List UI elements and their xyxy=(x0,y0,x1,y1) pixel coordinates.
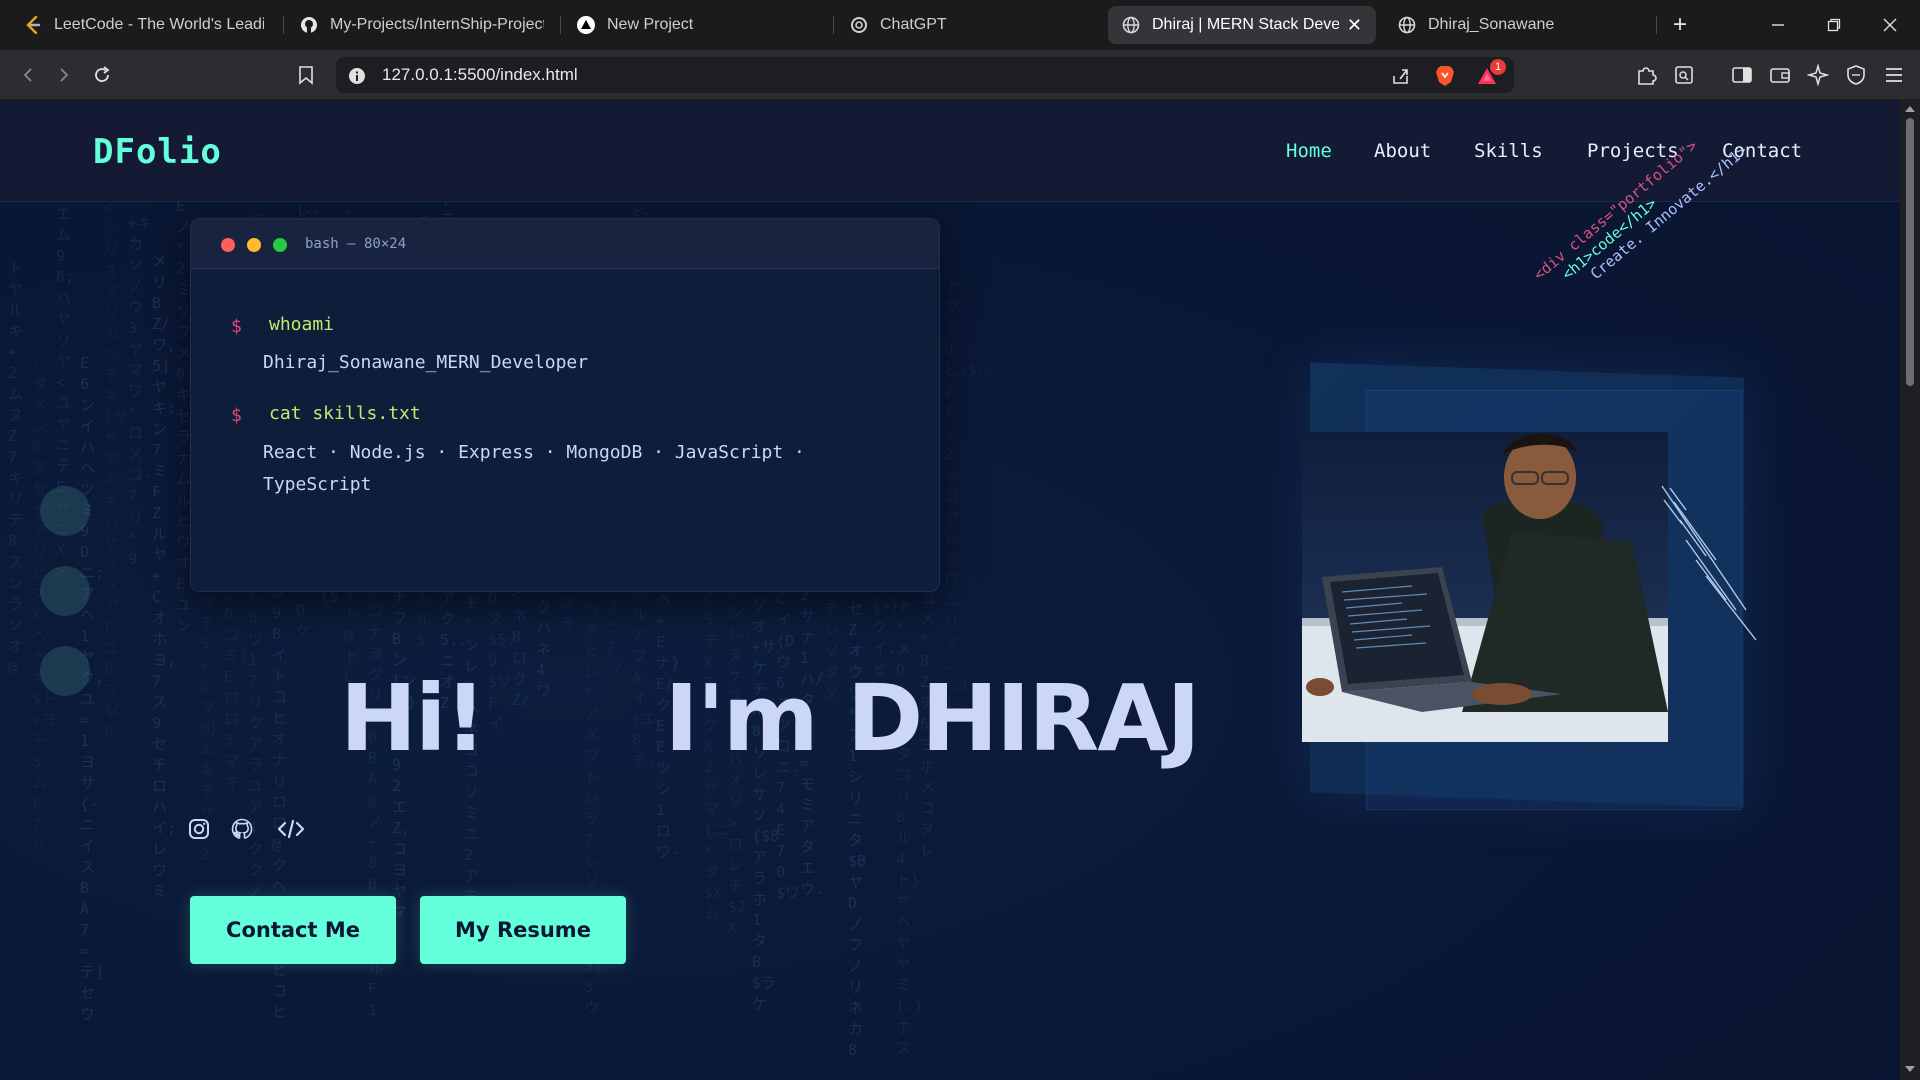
code-icon[interactable] xyxy=(276,816,306,842)
code-streak-decoration xyxy=(1661,485,1757,641)
hero-heading: Hi! I'm DHIRAJ xyxy=(340,665,1201,772)
minimize-button[interactable] xyxy=(1758,8,1798,42)
matrix-column: E6ンイハヘツミ9Dニ;アヘ1ヤク,ユ=1ヨサ{-ニイスBA7=テ]セウ xyxy=(80,354,105,1023)
menu-icon[interactable] xyxy=(1882,63,1906,87)
tab-title: New Project xyxy=(607,16,694,33)
minimize-dot-icon xyxy=(247,238,261,252)
maximize-dot-icon xyxy=(273,238,287,252)
tab-github[interactable]: My-Projects/InternShip-Project-l xyxy=(286,6,558,44)
terminal-titlebar: bash — 80×24 xyxy=(191,219,939,269)
tab-divider xyxy=(560,16,561,34)
tab-divider xyxy=(283,16,284,34)
address-toolbar: 127.0.0.1:5500/index.html 1 xyxy=(0,50,1920,100)
scroll-down-icon[interactable] xyxy=(1905,1066,1915,1072)
vercel-icon xyxy=(577,16,595,34)
matrix-column: ナフミ0ヒ,$ル2Xノ2リコヤレホロニリヌシ+コ1; xyxy=(944,277,993,715)
tab-dhiraj[interactable]: Dhiraj_Sonawane xyxy=(1384,6,1652,44)
bookmark-icon[interactable] xyxy=(290,59,322,91)
hero-greeting: Hi! xyxy=(340,665,486,772)
decorative-circle xyxy=(40,486,90,536)
close-dot-icon xyxy=(221,238,235,252)
profile-photo xyxy=(1302,432,1668,742)
terminal-output: React · Node.js · Express · MongoDB · Ja… xyxy=(263,442,805,463)
page-scrollbar[interactable] xyxy=(1900,100,1920,1080)
scroll-thumb[interactable] xyxy=(1906,118,1914,386)
globe-icon xyxy=(1398,16,1416,34)
contact-me-button[interactable]: Contact Me xyxy=(190,896,396,964)
notification-badge: 1 xyxy=(1490,59,1506,75)
brave-shields-icon[interactable] xyxy=(1434,65,1456,87)
reader-icon[interactable] xyxy=(1672,63,1696,87)
terminal-command: whoami xyxy=(269,314,335,335)
nav-home[interactable]: Home xyxy=(1286,140,1332,162)
site-logo[interactable]: DFolio xyxy=(93,132,222,172)
tab-title: LeetCode - The World's Leading xyxy=(54,16,264,33)
decorative-circle xyxy=(40,566,90,616)
forward-button[interactable] xyxy=(48,59,80,91)
back-button[interactable] xyxy=(12,59,44,91)
page-viewport: トヤルキ+2ムヌZ7キリテ8スンラソオ@ ;タメン8ヌセ.ヤテワヒスXヘヘキ$ト+… xyxy=(0,100,1900,1080)
github-icon[interactable] xyxy=(229,816,255,842)
matrix-column: トヤルキ+2ムヌZ7キリテ8スンラソオ@ xyxy=(8,259,24,676)
hero-name: I'm DHIRAJ xyxy=(664,665,1201,772)
tab-strip: LeetCode - The World's Leading My-Projec… xyxy=(0,0,1920,50)
reload-button[interactable] xyxy=(86,59,118,91)
tab-new-project[interactable]: New Project xyxy=(563,6,831,44)
url-field[interactable]: 127.0.0.1:5500/index.html 1 xyxy=(336,57,1514,93)
vpn-icon[interactable] xyxy=(1844,63,1868,87)
close-window-button[interactable] xyxy=(1870,8,1910,42)
terminal-output: Dhiraj_Sonawane_MERN_Developer xyxy=(263,352,589,373)
instagram-icon[interactable] xyxy=(186,816,212,842)
tab-portfolio[interactable]: Dhiraj | MERN Stack Develop ✕ xyxy=(1108,6,1376,44)
restore-button[interactable] xyxy=(1814,8,1854,42)
prompt-symbol: $ xyxy=(231,405,242,426)
sidebar-icon[interactable] xyxy=(1730,63,1754,87)
new-tab-button[interactable]: + xyxy=(1660,8,1700,42)
wallet-icon[interactable] xyxy=(1768,63,1792,87)
chatgpt-icon xyxy=(850,16,868,34)
terminal-window: bash — 80×24 $ whoami Dhiraj_Sonawane_ME… xyxy=(190,218,940,592)
tab-title: Dhiraj_Sonawane xyxy=(1428,16,1555,33)
tab-leetcode[interactable]: LeetCode - The World's Leading xyxy=(10,6,278,44)
site-navbar: DFolio Home About Skills Projects Contac… xyxy=(0,100,1900,202)
leetcode-icon xyxy=(24,16,42,34)
tab-title: Dhiraj | MERN Stack Develop xyxy=(1152,16,1339,33)
close-tab-icon[interactable]: ✕ xyxy=(1347,15,1362,36)
prompt-symbol: $ xyxy=(231,316,242,337)
globe-icon xyxy=(1122,16,1140,34)
terminal-title: bash — 80×24 xyxy=(305,236,407,252)
tab-title: ChatGPT xyxy=(880,16,947,33)
terminal-output: TypeScript xyxy=(263,474,372,495)
nav-skills[interactable]: Skills xyxy=(1474,140,1543,162)
leo-ai-icon[interactable] xyxy=(1806,63,1830,87)
url-text[interactable]: 127.0.0.1:5500/index.html xyxy=(382,65,578,85)
share-icon[interactable] xyxy=(1390,65,1412,87)
extensions-icon[interactable] xyxy=(1634,63,1658,87)
tab-title: My-Projects/InternShip-Project-l xyxy=(330,16,544,33)
matrix-column: メリBZ/ワ,5]ヤキ:ン7ミFZルヤ+Cオホヨ,7ス9セチロハイ;レウミ xyxy=(152,252,177,900)
nav-about[interactable]: About xyxy=(1374,140,1431,162)
terminal-command: cat skills.txt xyxy=(269,403,421,424)
matrix-column: ]<シリオヌリカヘテネ{サセア4キムケラメアFユEフ$C6 xyxy=(104,177,129,741)
matrix-column: +キカソノウ3ヤマワ*ロメコ-7リ*9 xyxy=(128,214,153,568)
github-icon xyxy=(300,16,318,34)
tab-divider xyxy=(1656,16,1657,34)
my-resume-button[interactable]: My Resume xyxy=(420,896,626,964)
decorative-circle xyxy=(40,646,90,696)
scroll-up-icon[interactable] xyxy=(1905,106,1915,112)
tab-divider xyxy=(833,16,834,34)
tab-chatgpt[interactable]: ChatGPT xyxy=(836,6,1104,44)
info-icon[interactable] xyxy=(346,65,368,87)
